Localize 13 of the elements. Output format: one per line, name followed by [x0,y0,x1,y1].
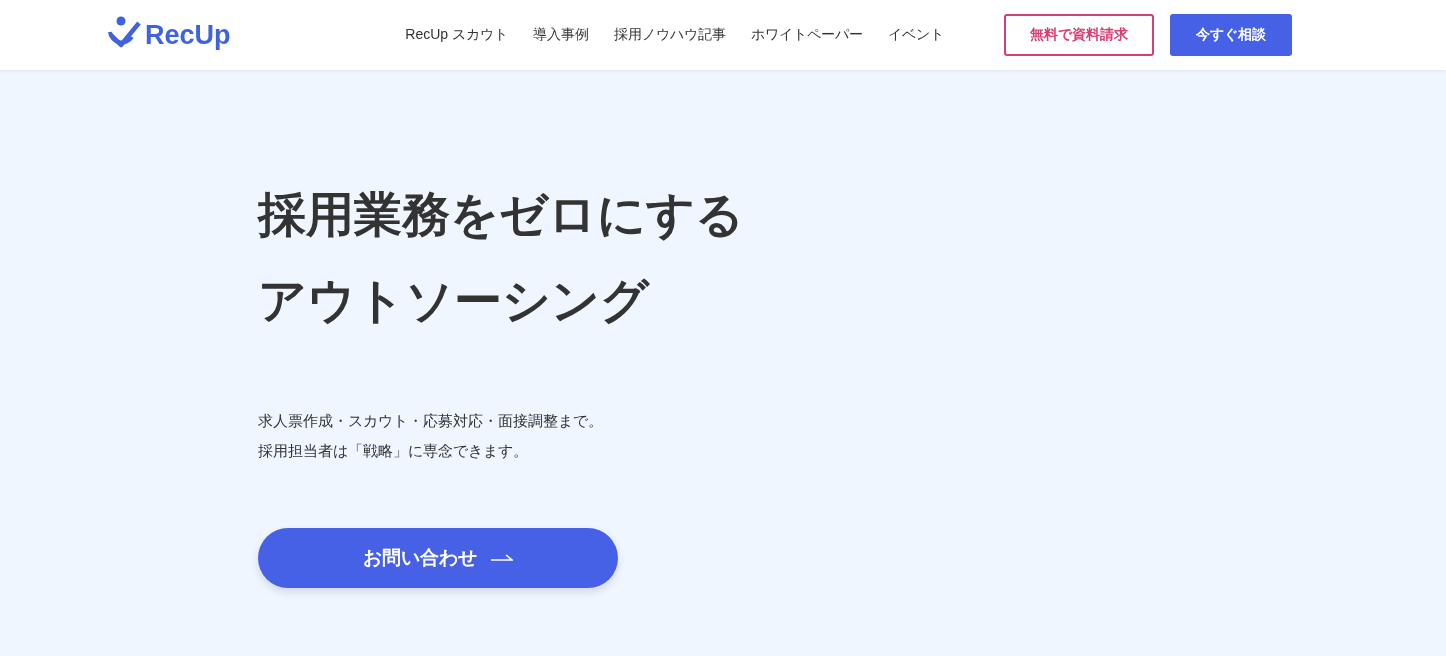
hero-description: 求人票作成・スカウト・応募対応・面接調整まで。 [258,411,604,431]
nav-link[interactable]: イベント [888,26,944,44]
nav-link[interactable]: 採用ノウハウ記事 [614,26,726,44]
nav-link[interactable]: ホワイトペーパー [751,26,863,44]
logo[interactable]: RecUp [107,15,231,55]
nav-link[interactable]: RecUp スカウト [405,26,508,44]
hero-description: 採用担当者は「戦略」に専念できます。 [258,441,529,461]
hero-title: 採用業務をゼロにする [258,187,745,243]
request-materials-button[interactable]: 無料で資料請求 [1004,14,1154,56]
hero-title: アウトソーシング [258,273,651,329]
contact-button[interactable]: お問い合わせ [258,528,618,588]
nav-link[interactable]: 導入事例 [533,26,589,44]
consult-button[interactable]: 今すぐ相談 [1170,14,1292,56]
